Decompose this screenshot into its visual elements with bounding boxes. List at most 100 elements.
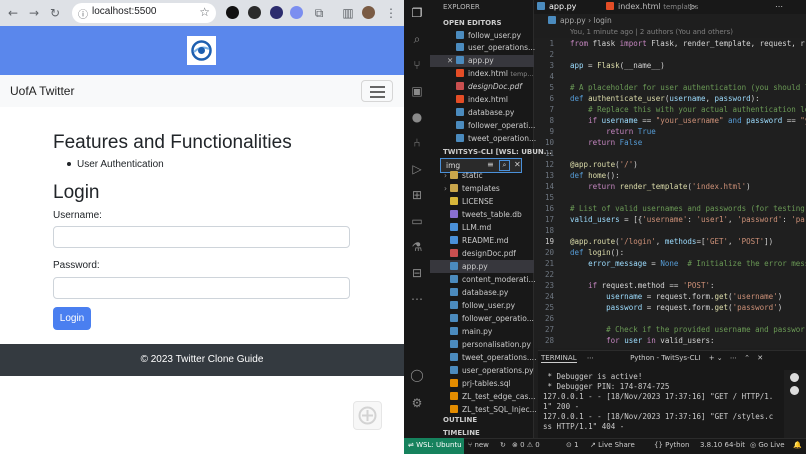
profile-avatar[interactable] bbox=[362, 6, 375, 19]
remote-explorer-icon[interactable]: ▣ bbox=[410, 84, 424, 98]
back-icon[interactable]: ← bbox=[4, 4, 22, 22]
terminal-instances-list[interactable] bbox=[784, 370, 806, 438]
tab-terminal[interactable]: TERMINAL bbox=[541, 354, 577, 363]
extension-icon[interactable] bbox=[248, 6, 261, 19]
open-editor-item[interactable]: user_operations... bbox=[456, 42, 535, 54]
login-button[interactable]: Login bbox=[53, 307, 91, 330]
reload-icon[interactable]: ↻ bbox=[46, 4, 64, 22]
open-editor-item[interactable]: follow_user.py bbox=[456, 30, 521, 42]
open-editor-item[interactable]: follower_operati... bbox=[456, 120, 535, 132]
fuzzy-match-icon[interactable]: ⌕ bbox=[499, 160, 510, 171]
tab-app-py[interactable]: app.py bbox=[537, 0, 576, 14]
close-filter-icon[interactable]: ✕ bbox=[514, 160, 521, 169]
code-line: username = request.form.get('username') bbox=[606, 292, 783, 301]
terminal-instance-icon[interactable] bbox=[790, 386, 799, 395]
github-icon[interactable]: ● bbox=[410, 110, 424, 124]
file-item[interactable]: main.py bbox=[450, 326, 492, 338]
go-live-button[interactable]: ◎ Go Live bbox=[750, 441, 785, 449]
live-share-button[interactable]: ↗ Live Share bbox=[590, 441, 635, 449]
more-icon[interactable]: ⋯ bbox=[410, 292, 424, 306]
remote-icon[interactable]: ▭ bbox=[410, 214, 424, 228]
terminal-instance-icon[interactable] bbox=[790, 373, 799, 382]
open-editor-item[interactable]: index.html bbox=[456, 94, 508, 106]
terminal-more-actions-icon[interactable]: ⋯ bbox=[730, 354, 737, 362]
line-number: 6 bbox=[549, 94, 554, 103]
notifications-icon[interactable]: 🔔 bbox=[793, 441, 802, 449]
file-item[interactable]: ZL_test_SQL_Injec... bbox=[450, 404, 537, 416]
open-editor-item[interactable]: tweet_operation... bbox=[456, 133, 536, 145]
open-editor-item[interactable]: app.py bbox=[456, 55, 494, 67]
navbar-brand[interactable]: UofA Twitter bbox=[10, 84, 74, 98]
git-branch[interactable]: ⑂ new bbox=[468, 441, 489, 449]
ports-indicator[interactable]: ⊙ 1 bbox=[566, 441, 579, 449]
menu-toggle-button[interactable] bbox=[361, 80, 393, 102]
extension-icon[interactable] bbox=[226, 6, 239, 19]
run-python-icon[interactable]: ▷ bbox=[690, 0, 696, 14]
close-editor-icon[interactable]: ✕ bbox=[447, 55, 453, 67]
username-field[interactable] bbox=[53, 226, 350, 248]
testing-icon[interactable]: ⚗ bbox=[410, 240, 424, 254]
maximize-panel-icon[interactable]: ⌃ bbox=[744, 354, 750, 362]
extension-icon[interactable] bbox=[270, 6, 283, 19]
folder-item[interactable]: › static bbox=[444, 170, 483, 182]
folder-item[interactable]: › templates bbox=[444, 183, 500, 195]
file-item[interactable]: LLM.md bbox=[450, 222, 491, 234]
close-panel-icon[interactable]: ✕ bbox=[757, 354, 763, 362]
terminal-shell-label[interactable]: Python - TwitSys-CLI bbox=[630, 354, 700, 362]
run-debug-icon[interactable]: ▷ bbox=[410, 162, 424, 176]
file-item[interactable]: README.md bbox=[450, 235, 509, 247]
search-icon[interactable]: ⌕ bbox=[410, 32, 424, 46]
tab-index-html[interactable]: index.html templates bbox=[606, 0, 698, 14]
open-editor-item[interactable]: database.py bbox=[456, 107, 514, 119]
explorer-icon[interactable]: ❐ bbox=[410, 6, 424, 20]
forward-icon[interactable]: → bbox=[25, 4, 43, 22]
language-mode[interactable]: {} Python bbox=[654, 441, 689, 449]
bookmark-star-icon[interactable]: ☆ bbox=[199, 5, 210, 19]
file-item[interactable]: follower_operatio... bbox=[450, 313, 534, 325]
source-control-icon[interactable]: ⑂ bbox=[410, 58, 424, 72]
python-interpreter[interactable]: 3.8.10 64-bit bbox=[700, 441, 745, 449]
open-editor-item[interactable]: index.html temp... bbox=[456, 68, 534, 80]
file-item[interactable]: tweets_table.db bbox=[450, 209, 522, 221]
breadcrumb-symbol[interactable]: login bbox=[593, 16, 611, 25]
problems-indicator[interactable]: ⊗ 0 ⚠ 0 bbox=[512, 441, 540, 449]
file-item[interactable]: user_operations.py bbox=[450, 365, 534, 377]
settings-gear-icon[interactable]: ⚙ bbox=[410, 396, 424, 410]
accounts-icon[interactable]: ◯ bbox=[410, 368, 424, 382]
file-item[interactable]: LICENSE bbox=[450, 196, 493, 208]
extensions-icon[interactable]: ⊞ bbox=[410, 188, 424, 202]
password-field[interactable] bbox=[53, 277, 350, 299]
sync-icon[interactable]: ↻ bbox=[500, 441, 506, 449]
breadcrumb-file[interactable]: app.py bbox=[560, 16, 586, 25]
file-item[interactable]: database.py bbox=[450, 287, 508, 299]
file-item[interactable]: ZL_test_edge_cas... bbox=[450, 391, 536, 403]
address-bar[interactable]: ⓘ localhost:5500 ☆ bbox=[72, 3, 216, 23]
browser-menu-icon[interactable]: ⋮ bbox=[382, 4, 400, 22]
terminal-dropdown-icon[interactable]: ⌄ bbox=[717, 354, 723, 362]
filter-icon[interactable]: ≡ bbox=[487, 160, 494, 169]
code-line: def home(): bbox=[570, 171, 620, 180]
extensions-puzzle-icon[interactable]: ⧉ bbox=[310, 4, 328, 22]
remote-label[interactable]: ⇌ WSL: Ubuntu bbox=[408, 441, 462, 449]
file-item[interactable]: designDoc.pdf bbox=[450, 248, 516, 260]
database-icon[interactable]: ⊟ bbox=[410, 266, 424, 280]
side-panel-icon[interactable]: ▥ bbox=[339, 4, 357, 22]
file-item[interactable]: prj-tables.sql bbox=[450, 378, 511, 390]
editor-more-actions-icon[interactable]: ⋯ bbox=[775, 0, 783, 14]
floating-widget-icon[interactable] bbox=[353, 401, 382, 430]
password-label: Password: bbox=[53, 260, 100, 271]
site-info-icon[interactable]: ⓘ bbox=[78, 6, 91, 21]
extension-icon[interactable] bbox=[290, 6, 303, 19]
file-item[interactable]: content_moderati... bbox=[450, 274, 536, 286]
timeline-header[interactable]: TIMELINE bbox=[443, 429, 480, 437]
terminal-more-icon[interactable]: ⋯ bbox=[587, 354, 594, 362]
git-graph-icon[interactable]: ⑃ bbox=[410, 136, 424, 150]
open-editor-item[interactable]: designDoc.pdf bbox=[456, 81, 522, 93]
file-item[interactable]: tweet_operations.... bbox=[450, 352, 536, 364]
open-editors-header[interactable]: OPEN EDITORS bbox=[443, 19, 502, 27]
file-item[interactable]: app.py bbox=[450, 261, 488, 273]
file-item[interactable]: personalisation.py bbox=[450, 339, 531, 351]
new-terminal-icon[interactable]: + bbox=[709, 354, 715, 362]
outline-header[interactable]: OUTLINE bbox=[443, 416, 477, 424]
file-item[interactable]: follow_user.py bbox=[450, 300, 515, 312]
